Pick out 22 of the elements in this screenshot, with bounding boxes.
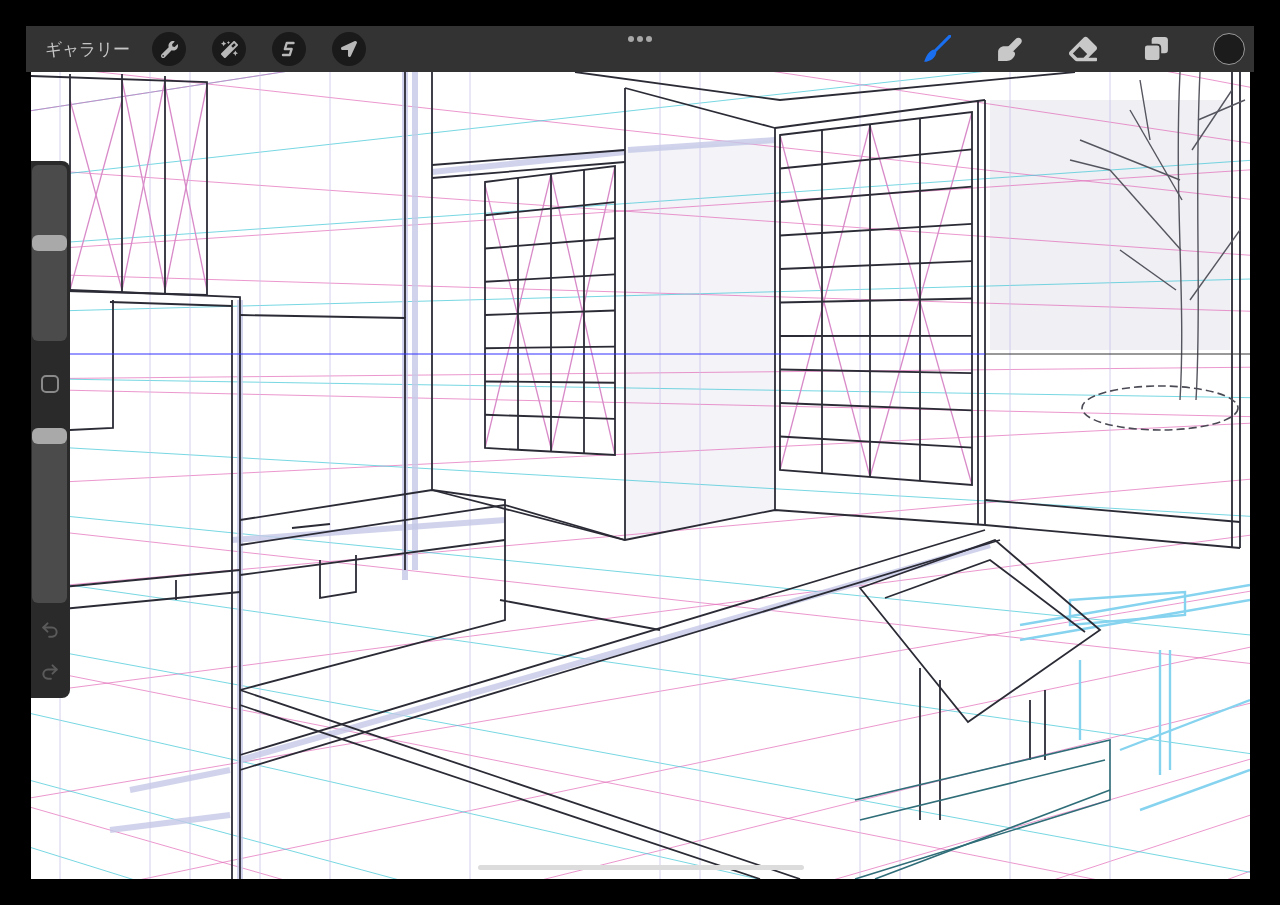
magic-wand-icon bbox=[220, 40, 238, 58]
s-shape-icon bbox=[280, 40, 298, 58]
actions-button[interactable] bbox=[152, 32, 186, 66]
adjustments-button[interactable] bbox=[212, 32, 246, 66]
arrow-icon bbox=[341, 41, 357, 57]
color-swatch[interactable] bbox=[1213, 33, 1245, 65]
brush-icon bbox=[923, 35, 951, 63]
slider-thumb[interactable] bbox=[32, 235, 67, 252]
more-icon[interactable] bbox=[628, 36, 652, 42]
pointing-hand-icon bbox=[997, 36, 1023, 62]
slider-thumb[interactable] bbox=[32, 428, 67, 444]
selection-button[interactable] bbox=[272, 32, 306, 66]
gallery-button[interactable]: ギャラリー bbox=[45, 40, 130, 58]
eraser-icon bbox=[1069, 35, 1097, 63]
undo-icon bbox=[39, 620, 60, 640]
layers-icon bbox=[1143, 36, 1169, 62]
opacity-slider[interactable] bbox=[32, 428, 67, 603]
wrench-icon bbox=[160, 40, 178, 58]
redo-icon bbox=[39, 662, 60, 682]
transform-button[interactable] bbox=[332, 32, 366, 66]
brush-size-slider[interactable] bbox=[32, 165, 67, 341]
modify-button[interactable] bbox=[40, 375, 59, 393]
